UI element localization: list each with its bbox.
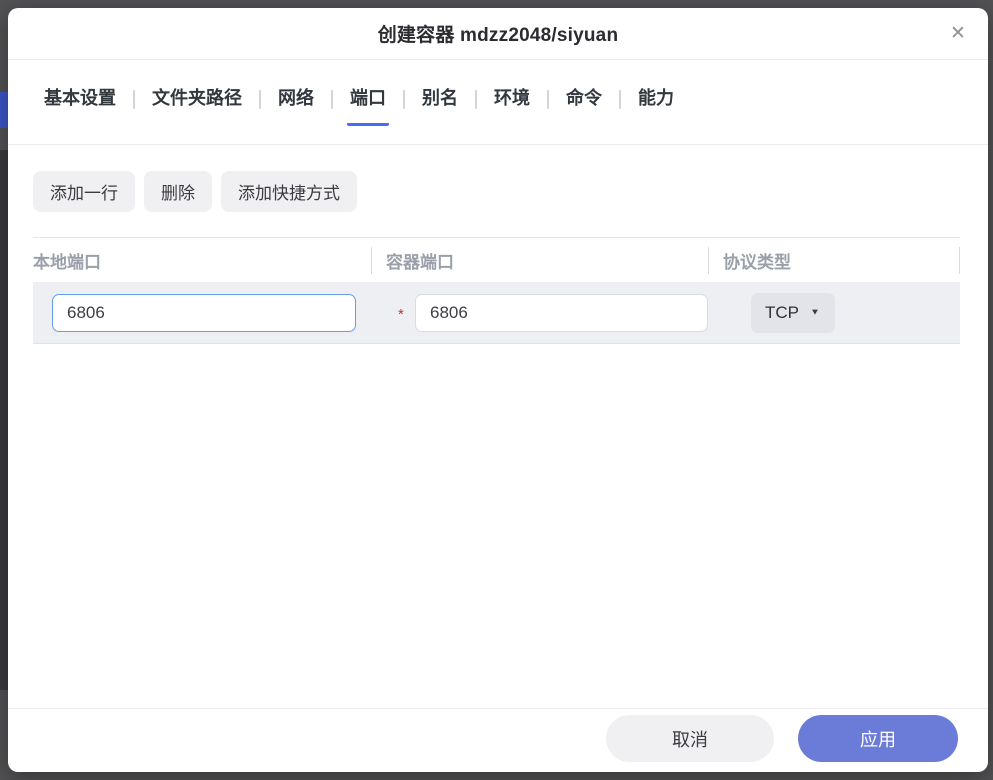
- tab-aliases[interactable]: 别名: [419, 84, 461, 126]
- dialog-tabs: 基本设置 文件夹路径 网络 端口 别名 环境 命令 能力: [8, 60, 988, 145]
- tab-separator: [475, 89, 477, 109]
- tab-network[interactable]: 网络: [275, 84, 317, 126]
- tab-ports[interactable]: 端口: [347, 84, 389, 126]
- header-protocol-type: 协议类型: [709, 238, 960, 282]
- ports-table: 本地端口 容器端口 协议类型 * TCP ▼: [33, 237, 960, 344]
- cancel-button[interactable]: 取消: [606, 715, 774, 762]
- tab-separator: [619, 89, 621, 109]
- dialog-header: 创建容器 mdzz2048/siyuan ✕: [8, 8, 988, 60]
- chevron-down-icon: ▼: [810, 307, 820, 318]
- create-container-dialog: 创建容器 mdzz2048/siyuan ✕ 基本设置 文件夹路径 网络 端口 …: [8, 8, 988, 772]
- tab-commands[interactable]: 命令: [563, 84, 605, 126]
- tab-separator: [331, 89, 333, 109]
- close-button[interactable]: ✕: [944, 20, 972, 48]
- close-icon: ✕: [950, 23, 966, 44]
- table-row: * TCP ▼: [33, 282, 960, 344]
- header-local-port: 本地端口: [33, 238, 372, 282]
- dialog-footer: 取消 应用: [8, 708, 988, 772]
- dialog-title: 创建容器 mdzz2048/siyuan: [377, 25, 619, 46]
- required-asterisk: *: [398, 306, 404, 323]
- apply-button[interactable]: 应用: [798, 715, 958, 762]
- header-container-port: 容器端口: [372, 238, 709, 282]
- ports-toolbar: 添加一行 删除 添加快捷方式: [33, 171, 960, 212]
- local-port-cell: [33, 282, 372, 343]
- container-port-cell: *: [372, 282, 709, 343]
- protocol-dropdown[interactable]: TCP ▼: [751, 292, 835, 333]
- tab-separator: [259, 89, 261, 109]
- screen-backdrop: 创建容器 mdzz2048/siyuan ✕ 基本设置 文件夹路径 网络 端口 …: [0, 0, 993, 780]
- container-port-input[interactable]: [415, 293, 708, 332]
- add-shortcut-button[interactable]: 添加快捷方式: [221, 171, 357, 212]
- tab-separator: [403, 89, 405, 109]
- tab-environment[interactable]: 环境: [491, 84, 533, 126]
- tab-separator: [547, 89, 549, 109]
- table-header-row: 本地端口 容器端口 协议类型: [33, 237, 960, 282]
- delete-button[interactable]: 删除: [144, 171, 212, 212]
- tab-separator: [133, 89, 135, 109]
- tab-capabilities[interactable]: 能力: [635, 84, 677, 126]
- local-port-input[interactable]: [52, 293, 356, 332]
- empty-area: [33, 344, 960, 708]
- protocol-cell: TCP ▼: [709, 282, 960, 343]
- tab-basic-settings[interactable]: 基本设置: [41, 84, 119, 126]
- add-row-button[interactable]: 添加一行: [33, 171, 135, 212]
- tab-folder-paths[interactable]: 文件夹路径: [149, 84, 245, 126]
- protocol-value: TCP: [765, 302, 799, 322]
- ports-panel: 添加一行 删除 添加快捷方式 本地端口 容器端口 协议类型 *: [8, 145, 988, 708]
